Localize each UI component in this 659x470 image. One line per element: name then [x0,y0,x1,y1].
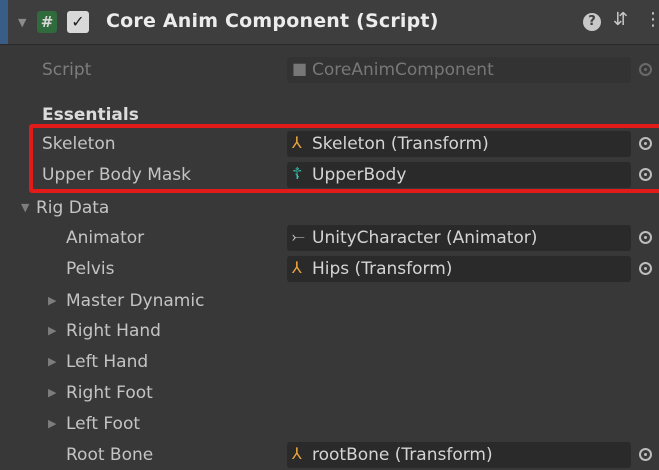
collapsed-arrow-icon[interactable]: ▶ [48,355,56,368]
root-bone-picker-icon[interactable] [639,448,652,461]
foldout-left-foot[interactable]: ▶ Left Foot [0,409,659,439]
foldout-label: Right Hand [66,321,161,341]
collapsed-arrow-icon[interactable]: ▶ [48,417,56,430]
csharp-script-icon: ■ [292,59,308,78]
skeleton-row: Skeleton ⅄ Skeleton (Transform) [0,129,659,159]
script-picker-icon [639,63,652,76]
component-header[interactable]: ▼ # ✓ Core Anim Component (Script) ? ⇵ ⋮ [0,0,659,45]
rig-data-foldout[interactable]: ▼ Rig Data [0,193,659,223]
foldout-expanded-icon[interactable]: ▼ [18,16,26,29]
foldout-label: Master Dynamic [66,291,205,311]
foldout-right-hand[interactable]: ▶ Right Hand [0,316,659,346]
foldout-right-foot[interactable]: ▶ Right Foot [0,378,659,408]
pelvis-value: Hips (Transform) [312,259,453,279]
essentials-header: Essentials [0,100,659,130]
root-bone-label: Root Bone [66,445,154,465]
collapsed-arrow-icon[interactable]: ▶ [48,386,56,399]
pelvis-field[interactable]: ⅄ Hips (Transform) [287,256,631,282]
animator-value: UnityCharacter (Animator) [312,228,538,248]
pelvis-row: Pelvis ⅄ Hips (Transform) [0,254,659,284]
collapsed-arrow-icon[interactable]: ▶ [48,324,56,337]
animator-label: Animator [66,228,145,248]
skeleton-field[interactable]: ⅄ Skeleton (Transform) [287,131,631,157]
enable-checkbox[interactable]: ✓ [67,11,89,33]
foldout-master-dynamic[interactable]: ▶ Master Dynamic [0,286,659,316]
transform-icon: ⅄ [292,258,302,277]
pelvis-picker-icon[interactable] [639,262,652,275]
collapsed-arrow-icon[interactable]: ▶ [48,294,56,307]
upper-body-mask-label: Upper Body Mask [42,165,191,185]
root-bone-value: rootBone (Transform) [312,445,493,465]
upper-body-mask-picker-icon[interactable] [639,168,652,181]
animator-row: Animator ⤚ UnityCharacter (Animator) [0,223,659,253]
transform-icon: ⅄ [292,444,302,463]
script-row: Script ■ CoreAnimComponent [0,55,659,85]
script-icon: # [37,11,57,33]
rig-data-title: Rig Data [36,198,110,218]
animator-icon: ⤚ [292,227,305,246]
skeleton-label: Skeleton [42,134,116,154]
upper-body-mask-field[interactable]: ☦ UpperBody [287,162,631,188]
upper-body-mask-value: UpperBody [312,165,407,185]
upper-body-mask-row: Upper Body Mask ☦ UpperBody [0,160,659,190]
essentials-title: Essentials [42,105,139,125]
skeleton-picker-icon[interactable] [639,137,652,150]
animator-field[interactable]: ⤚ UnityCharacter (Animator) [287,225,631,251]
context-menu-icon[interactable]: ⋮ [644,9,659,30]
help-icon[interactable]: ? [583,13,601,31]
header-accent [0,0,8,44]
root-bone-field[interactable]: ⅄ rootBone (Transform) [287,442,631,468]
script-value: CoreAnimComponent [312,60,494,80]
skeleton-value: Skeleton (Transform) [312,134,489,154]
component-title: Core Anim Component (Script) [106,10,439,32]
rig-data-expanded-icon[interactable]: ▼ [21,201,29,214]
animator-picker-icon[interactable] [639,231,652,244]
script-label: Script [42,60,92,80]
pelvis-label: Pelvis [66,259,115,279]
foldout-label: Left Foot [66,414,141,434]
avatar-mask-icon: ☦ [292,164,303,183]
script-field: ■ CoreAnimComponent [287,57,631,83]
foldout-label: Left Hand [66,352,149,372]
presets-icon[interactable]: ⇵ [613,9,628,30]
transform-icon: ⅄ [292,133,302,152]
foldout-label: Right Foot [66,383,153,403]
foldout-left-hand[interactable]: ▶ Left Hand [0,347,659,377]
